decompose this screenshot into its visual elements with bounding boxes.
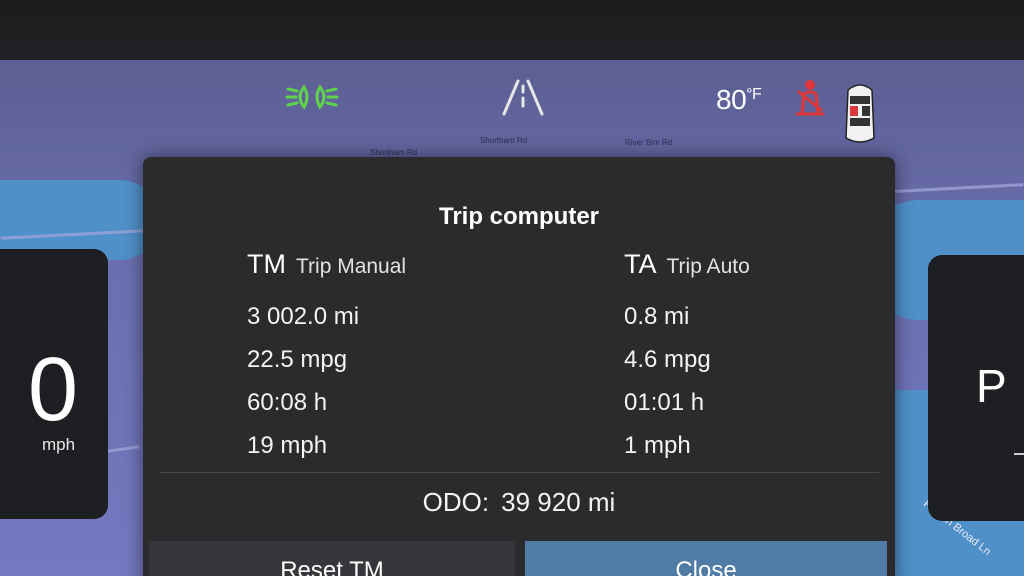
trip-economy: 22.5 mpg: [247, 346, 348, 373]
trip-computer-dialog: Trip computer TM Trip Manual 3 002.0 mi …: [143, 157, 895, 576]
trip-distance: 3 002.0 mi: [247, 303, 360, 330]
trip-manual-column: TM Trip Manual 3 002.0 mi 22.5 mpg 60:08…: [247, 249, 406, 467]
headlights-icon: [285, 84, 339, 110]
street-label: River Bim Rd: [625, 138, 673, 147]
dialog-title: Trip computer: [438, 203, 600, 230]
trip-abbr: TA: [624, 249, 657, 279]
street-label: Shortham Rd: [480, 136, 528, 145]
speedometer-panel: 0 mph: [0, 249, 108, 519]
trip-auto-column: TA Trip Auto 0.8 mi 4.6 mpg 01:01 h 1 mp…: [624, 249, 750, 467]
trip-avg-speed: 19 mph: [247, 432, 328, 459]
top-bezel: [0, 0, 1024, 62]
street-label: Shortham Rd: [370, 148, 418, 157]
gear-panel: P: [928, 255, 1024, 521]
temperature-value: 80: [716, 84, 747, 115]
trip-time: 01:01 h: [624, 389, 705, 416]
reset-tm-button[interactable]: Reset TM: [149, 541, 515, 576]
seatbelt-warning-icon: [795, 80, 825, 116]
column-header: TA Trip Auto: [624, 249, 750, 287]
trip-name: Trip Manual: [295, 255, 407, 278]
odometer-label: ODO:: [422, 487, 490, 517]
dialog-divider: [159, 472, 879, 473]
trip-name: Trip Auto: [666, 255, 750, 278]
speed-value: 0: [28, 340, 79, 440]
trip-economy: 4.6 mpg: [624, 346, 711, 373]
odometer-value: 39 920 mi: [501, 487, 616, 517]
temperature-unit: °F: [746, 86, 762, 103]
speed-unit: mph: [42, 435, 76, 454]
lane-assist-icon: [502, 79, 544, 116]
gear-divider: [1014, 453, 1024, 455]
odometer: ODO: 39 920 mi: [143, 487, 895, 518]
column-header: TM Trip Manual: [247, 249, 406, 287]
status-bar: 80°F: [0, 74, 1024, 143]
trip-time: 60:08 h: [247, 389, 328, 416]
gear-indicator: P: [976, 360, 1007, 412]
close-button[interactable]: Close: [525, 541, 887, 576]
trip-avg-speed: 1 mph: [624, 432, 691, 459]
trip-abbr: TM: [247, 249, 286, 279]
trip-distance: 0.8 mi: [624, 303, 690, 330]
outside-temperature: 80°F: [716, 84, 762, 116]
car-door-status-icon: [845, 84, 875, 143]
